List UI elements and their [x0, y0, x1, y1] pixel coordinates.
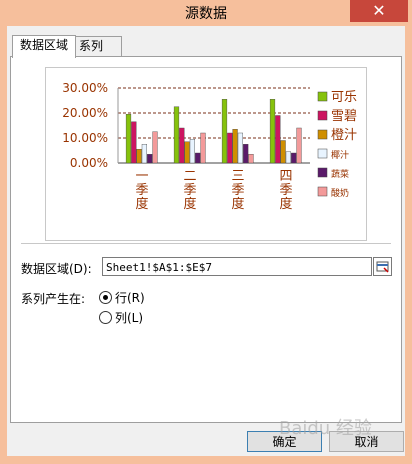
tab-series[interactable]: 系列	[74, 36, 122, 56]
tab-series-label: 系列	[79, 39, 104, 53]
bar	[237, 132, 244, 164]
x-tick-label-char: 度	[279, 196, 292, 212]
bar	[147, 154, 153, 164]
bar	[227, 132, 233, 164]
range-picker-icon	[376, 261, 389, 273]
close-button[interactable]: ✕	[350, 0, 408, 22]
tab-panel: 30.00% 20.00% 10.00% 0.00% 一季度二季度三季度四季度可乐 雪碧橙…	[10, 56, 402, 423]
legend-swatch	[317, 110, 328, 121]
bar	[243, 144, 249, 164]
x-tick-label-char: 二	[183, 169, 196, 184]
range-label: 数据区域(D):	[21, 262, 92, 276]
legend-swatch	[317, 186, 328, 197]
x-tick-label-char: 度	[135, 196, 148, 212]
bar	[136, 149, 142, 164]
bar	[248, 154, 254, 164]
legend-label: 酸奶	[331, 187, 349, 199]
x-tick-label-char: 度	[183, 196, 196, 212]
y-tick-label: 30.00%	[62, 81, 108, 95]
legend-label: 椰汁	[331, 149, 349, 161]
bar	[280, 140, 286, 164]
x-tick-label-char: 季	[231, 183, 244, 198]
x-tick-label-char: 一	[135, 169, 148, 184]
legend-swatch	[317, 148, 328, 159]
columns-radio-label[interactable]: 列(L)	[115, 309, 143, 326]
series-in-label: 系列产生在:	[21, 292, 86, 306]
watermark: Baidu 经验	[279, 418, 372, 439]
bar	[131, 121, 137, 164]
tab-data-range[interactable]: 数据区域	[12, 35, 76, 58]
bar	[269, 99, 276, 164]
separator	[21, 243, 391, 244]
columns-radio[interactable]	[99, 311, 112, 324]
rows-radio-label[interactable]: 行(R)	[115, 289, 145, 306]
collapse-dialog-button[interactable]	[373, 257, 392, 276]
bar	[152, 131, 158, 164]
title-bar: 源数据 ✕	[0, 0, 412, 26]
bar	[184, 141, 190, 164]
bar	[195, 152, 201, 164]
chart-svg: 30.00%20.00%10.00%0.00%一季度二季度三季度四季度可乐雪碧橙…	[62, 81, 357, 212]
bar	[232, 129, 238, 164]
bar	[296, 127, 302, 164]
x-tick-label-char: 季	[183, 183, 196, 198]
x-tick-label-char: 季	[279, 183, 292, 198]
bar	[173, 106, 180, 164]
legend-label: 可乐	[331, 90, 357, 105]
bar	[275, 115, 281, 164]
legend-label: 蔬菜	[331, 168, 349, 180]
bar	[221, 99, 228, 164]
legend-label: 橙汁	[331, 128, 357, 143]
legend-swatch	[317, 129, 328, 140]
legend-label: 雪碧	[331, 109, 357, 124]
bar	[189, 139, 196, 164]
y-tick-label: 10.00%	[62, 131, 108, 145]
range-input[interactable]: Sheet1!$A$1:$E$7	[102, 257, 372, 276]
bar	[291, 152, 297, 164]
y-tick-label: 20.00%	[62, 106, 108, 120]
tab-data-range-label: 数据区域	[19, 38, 68, 52]
bar	[141, 144, 148, 164]
dialog-client: 数据区域 系列 30.00% 20.00% 10.00% 0.00% 一季度二季度三季度…	[7, 26, 405, 456]
x-tick-label-char: 季	[135, 183, 148, 198]
bar	[200, 132, 206, 164]
bar	[125, 114, 132, 164]
x-tick-label-char: 三	[231, 169, 244, 184]
y-tick-label: 0.00%	[70, 156, 108, 170]
bar	[179, 127, 185, 164]
close-icon: ✕	[372, 1, 386, 20]
legend-swatch	[317, 167, 328, 178]
rows-radio[interactable]	[99, 291, 112, 304]
x-tick-label-char: 四	[279, 169, 292, 184]
bar	[285, 151, 292, 164]
chart-preview: 30.00% 20.00% 10.00% 0.00% 一季度二季度三季度四季度可乐 雪碧橙…	[45, 67, 367, 241]
x-tick-label-char: 度	[231, 196, 244, 212]
legend-swatch	[317, 91, 328, 102]
